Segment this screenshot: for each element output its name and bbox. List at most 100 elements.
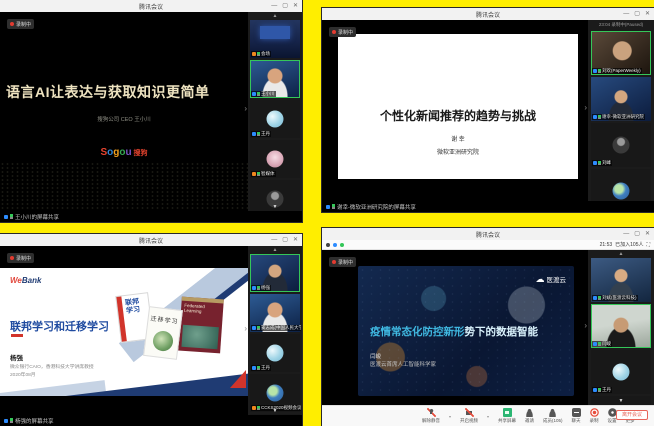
toolbar-label: 成员(105): [543, 418, 563, 424]
minimize-button[interactable]: —: [271, 237, 277, 243]
sogou-logo: Sogou搜狗: [0, 148, 248, 159]
close-button[interactable]: ✕: [645, 11, 650, 17]
slide-date: 2020年08月: [10, 371, 36, 378]
minimize-button[interactable]: —: [271, 3, 277, 9]
stage-collapse-arrow[interactable]: ›: [244, 104, 247, 113]
window-titlebar[interactable]: 腾讯会议 — ▢ ✕: [0, 0, 302, 12]
recording-label: 录制中: [338, 29, 353, 36]
microphone-muted-icon: [427, 408, 436, 417]
maximize-button[interactable]: ▢: [282, 3, 288, 9]
participants-sidebar: 23:04 录制中(Paused) 刘欢(PaperWeekly) 谢幸-微软亚…: [588, 20, 654, 201]
maximize-button[interactable]: ▢: [634, 231, 640, 237]
webank-logo: WeBank: [10, 276, 41, 285]
collapse-up-icon[interactable]: ▲: [588, 251, 654, 257]
window-titlebar[interactable]: 腾讯会议 — ▢ ✕: [322, 8, 654, 20]
window-title: 腾讯会议: [476, 10, 500, 19]
slide-speaker-title: 医渡云首席人工智能科学家: [370, 360, 436, 368]
chevron-down-icon[interactable]: ▾: [449, 414, 451, 419]
minimize-button[interactable]: —: [623, 231, 629, 237]
screenshot-collage: 腾讯会议 — ▢ ✕ 录制中 语言AI让表达与获取知识更简单 搜狗公司 CEO …: [0, 0, 654, 426]
record-button[interactable]: 录制: [590, 408, 599, 424]
collapse-down-icon[interactable]: ▼: [248, 204, 302, 210]
participant-tile[interactable]: 王丹: [591, 350, 651, 394]
slide-speaker: 闫峻: [370, 352, 381, 360]
slide-title-part: 势下的数据智能: [465, 326, 539, 338]
participants-sidebar: ▲ 杨强 窦志成(中国人民大学) 王丹 CCKS2020视频会议 张弘扬 ▼: [248, 246, 302, 415]
participant-name: 王丹: [602, 387, 611, 393]
participant-tile[interactable]: 会场: [250, 20, 300, 58]
maximize-button[interactable]: ▢: [634, 11, 640, 17]
participants-sidebar: ▲ 会场 王小川 王丹 智媒体 刘峰 ▼: [248, 12, 302, 211]
start-video-button[interactable]: 开启视频: [460, 408, 478, 424]
recording-badge: 录制中: [329, 27, 356, 37]
screen-share-statusbar: 谢幸-微软亚洲研究院的屏幕共享: [322, 201, 654, 212]
recording-dot-icon: [10, 22, 14, 26]
participant-tile[interactable]: 王丹: [250, 100, 300, 138]
participant-tile[interactable]: CCKS2020: [591, 169, 651, 201]
collapse-down-icon[interactable]: ▼: [588, 398, 654, 404]
close-button[interactable]: ✕: [293, 3, 298, 9]
slide: ☁ 医渡云 疫情常态化防控新形势下的数据智能 闫峻 医渡云首席人工智能科学家: [358, 266, 574, 396]
participant-name: 谢幸-微软亚洲研究院: [602, 114, 644, 120]
slide-title: 疫情常态化防控新形势下的数据智能: [370, 324, 538, 339]
meeting-info-icon[interactable]: [333, 243, 337, 247]
members-button[interactable]: 成员(105): [543, 408, 563, 424]
participant-name: 智媒体: [261, 171, 275, 177]
collapse-up-icon[interactable]: ▲: [248, 13, 302, 19]
participant-tile[interactable]: 张弘扬: [250, 414, 300, 415]
shared-screen-stage: 录制中 个性化新闻推荐的趋势与挑战 谢 幸 微软亚洲研究院 ›: [322, 20, 588, 201]
share-screen-button[interactable]: 共享屏幕: [498, 408, 516, 424]
collapse-down-icon[interactable]: ▼: [248, 408, 302, 414]
fullscreen-icon[interactable]: ⛶: [646, 242, 650, 248]
participant-tile[interactable]: 智媒体: [250, 140, 300, 178]
unmute-button[interactable]: 解除静音: [422, 408, 440, 424]
leave-meeting-button[interactable]: 离开会议: [616, 410, 648, 420]
stage-collapse-arrow[interactable]: ›: [244, 324, 247, 333]
security-icon[interactable]: [326, 243, 330, 247]
meeting-info-bar: 21:53 已加入105人 ⛶: [322, 240, 654, 250]
invite-button[interactable]: 邀请: [525, 408, 534, 424]
mic-icon: [598, 342, 601, 347]
participant-tile[interactable]: 杨强: [250, 254, 300, 292]
minimize-button[interactable]: —: [623, 11, 629, 17]
mic-icon: [257, 92, 260, 97]
meeting-window-sogou: 腾讯会议 — ▢ ✕ 录制中 语言AI让表达与获取知识更简单 搜狗公司 CEO …: [0, 0, 302, 222]
window-titlebar[interactable]: 腾讯会议 — ▢ ✕: [0, 234, 302, 246]
cloud-icon: ☁: [536, 275, 545, 284]
logo-text: 医渡云: [547, 274, 567, 284]
maximize-button[interactable]: ▢: [282, 237, 288, 243]
close-button[interactable]: ✕: [645, 231, 650, 237]
chat-button[interactable]: 聊天: [572, 408, 581, 424]
participant-name: 会场: [261, 51, 270, 57]
stage-collapse-arrow[interactable]: ›: [584, 321, 587, 330]
mic-icon: [257, 52, 260, 57]
network-signal-icon: [340, 243, 344, 247]
toolbar-label: 共享屏幕: [498, 418, 516, 424]
close-button[interactable]: ✕: [293, 237, 298, 243]
participant-tile[interactable]: 刘欢(PaperWeekly): [591, 31, 651, 75]
participant-tile[interactable]: 王小川: [250, 60, 300, 98]
participant-tile[interactable]: 刘斌(医渡云科技): [591, 258, 651, 302]
toolbar-label: 录制: [590, 418, 599, 424]
participant-tile[interactable]: 谢幸-微软亚洲研究院: [591, 77, 651, 121]
participant-tile[interactable]: 王丹: [250, 334, 300, 372]
toolbar-label: 解除静音: [422, 418, 440, 424]
member-icon: [593, 161, 597, 165]
participant-tile[interactable]: 窦志成(中国人民大学): [250, 294, 300, 332]
joined-members-count[interactable]: 已加入105人: [615, 241, 643, 248]
participant-name: 王丹: [261, 131, 270, 137]
logo-part: Bank: [22, 276, 42, 285]
member-icon: [252, 132, 256, 136]
member-icon: [4, 419, 8, 423]
participant-tile[interactable]: CCKS2020视频会议: [250, 374, 300, 412]
participant-tile[interactable]: 刘峰: [591, 123, 651, 167]
window-titlebar[interactable]: 腾讯会议 — ▢ ✕: [322, 228, 654, 240]
chevron-down-icon[interactable]: ▾: [487, 414, 489, 419]
participant-tile[interactable]: 闫峻: [591, 304, 651, 348]
slide: 个性化新闻推荐的趋势与挑战 谢 幸 微软亚洲研究院: [338, 34, 578, 179]
stage-collapse-arrow[interactable]: ›: [584, 103, 587, 112]
slide-title: 联邦学习和迁移学习: [10, 318, 109, 334]
book-title: 迁移学习: [148, 313, 181, 326]
collapse-up-icon[interactable]: ▲: [248, 247, 302, 253]
mic-icon: [10, 214, 13, 219]
